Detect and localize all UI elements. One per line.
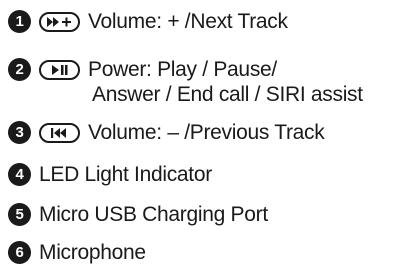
number-badge-6: 6	[8, 241, 31, 264]
legend-item-6: 6 Microphone	[0, 241, 146, 264]
legend-item-2: 2 Power: Play / Pause/	[0, 58, 277, 81]
legend-item-3-label: Volume: – /Previous Track	[88, 121, 325, 144]
play-pause-icon	[39, 59, 80, 80]
legend-item-2-label: Power: Play / Pause/	[88, 58, 277, 81]
number-badge-4: 4	[8, 163, 31, 186]
button-legend: 1 Volume: + /Next Track 2 Power: Play / …	[0, 0, 398, 267]
legend-item-3: 3 Volume: – /Previous Track	[0, 121, 325, 144]
legend-item-1: 1 Volume: + /Next Track	[0, 10, 288, 33]
legend-item-4: 4 LED Light Indicator	[0, 163, 212, 186]
number-badge-1: 1	[8, 10, 31, 33]
legend-item-4-label: LED Light Indicator	[39, 163, 212, 186]
legend-item-6-label: Microphone	[39, 241, 146, 264]
legend-item-1-label: Volume: + /Next Track	[88, 10, 288, 33]
previous-track-icon	[39, 122, 80, 143]
number-badge-3: 3	[8, 121, 31, 144]
legend-item-2-label-line2: Answer / End call / SIRI assist	[92, 83, 363, 106]
number-badge-5: 5	[8, 203, 31, 226]
legend-item-5: 5 Micro USB Charging Port	[0, 203, 268, 226]
number-badge-2: 2	[8, 58, 31, 81]
legend-item-5-label: Micro USB Charging Port	[39, 203, 268, 226]
next-track-plus-icon	[39, 11, 80, 32]
